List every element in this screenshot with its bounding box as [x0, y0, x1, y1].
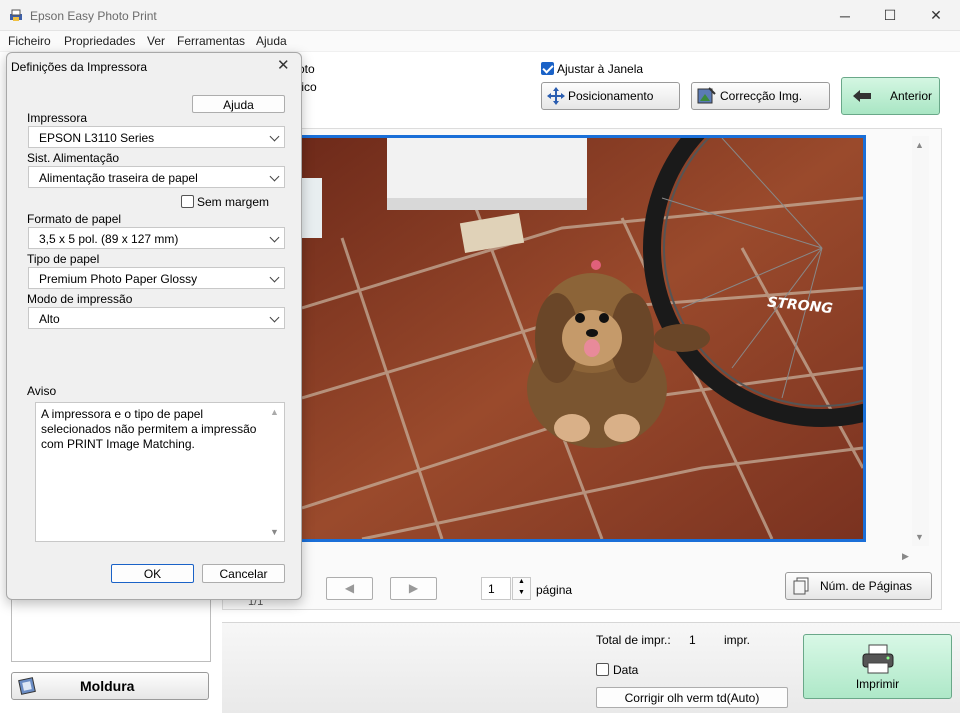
photo-preview[interactable]: STRONG — [299, 135, 866, 542]
num-pages-button[interactable]: Núm. de Páginas — [785, 572, 932, 600]
printer-icon — [860, 643, 896, 675]
fit-window-checkbox[interactable] — [541, 62, 554, 75]
warning-textbox[interactable]: A impressora e o tipo de papel seleciona… — [35, 402, 285, 542]
dialog-help-button[interactable]: Ajuda — [192, 95, 285, 113]
window-title: Epson Easy Photo Print — [30, 9, 157, 23]
scroll-up-icon[interactable]: ▲ — [270, 407, 279, 417]
triangle-right-icon: ▶ — [408, 581, 419, 595]
date-label: Data — [613, 663, 639, 677]
paper-type-value: Premium Photo Paper Glossy — [39, 272, 198, 286]
menu-ver[interactable]: Ver — [147, 34, 165, 48]
printer-label: Impressora — [27, 111, 88, 125]
menu-ferramentas[interactable]: Ferramentas — [177, 34, 245, 48]
frame-list[interactable] — [11, 598, 211, 662]
paper-type-label: Tipo de papel — [27, 252, 100, 266]
menu-ficheiro[interactable]: Ficheiro — [8, 34, 51, 48]
printer-select[interactable]: EPSON L3110 Series — [28, 126, 285, 148]
chevron-down-icon — [269, 312, 280, 323]
spin-down-icon[interactable]: ▼ — [518, 589, 525, 596]
move-icon — [546, 86, 566, 106]
dialog-title: Definições da Impressora — [11, 60, 148, 74]
borderless-checkbox[interactable] — [181, 195, 194, 208]
total-prints-unit: impr. — [724, 633, 751, 647]
warning-label: Aviso — [27, 384, 57, 398]
previous-page-button[interactable]: ◀ — [326, 577, 373, 600]
paper-size-label: Formato de papel — [27, 212, 122, 226]
chevron-down-icon — [269, 171, 280, 182]
total-prints-label: Total de impr.: — [596, 633, 671, 647]
page-spinner[interactable]: ▲ ▼ — [512, 577, 531, 600]
spin-up-icon[interactable]: ▲ — [518, 578, 525, 585]
fit-window-label: Ajustar à Janela — [557, 62, 644, 76]
print-mode-select[interactable]: Alto — [28, 307, 285, 329]
photo-image: STRONG — [302, 138, 863, 539]
print-button[interactable]: Imprimir — [803, 634, 952, 699]
position-button[interactable]: Posicionamento — [541, 82, 680, 110]
warning-text: A impressora e o tipo de papel seleciona… — [41, 407, 257, 451]
print-button-label: Imprimir — [855, 676, 900, 691]
menu-ajuda[interactable]: Ajuda — [256, 34, 287, 48]
correction-icon — [696, 86, 716, 106]
chevron-down-icon — [269, 272, 280, 283]
paper-source-value: Alimentação traseira de papel — [39, 171, 198, 185]
frame-button-label: Moldura — [80, 678, 135, 694]
scroll-right-icon[interactable]: ▶ — [902, 551, 909, 562]
page-label: página — [536, 583, 573, 597]
scroll-down-icon[interactable]: ▼ — [915, 532, 924, 542]
ok-button[interactable]: OK — [111, 564, 194, 583]
next-page-button[interactable]: ▶ — [390, 577, 437, 600]
printer-select-value: EPSON L3110 Series — [39, 131, 155, 145]
paper-type-select[interactable]: Premium Photo Paper Glossy — [28, 267, 285, 289]
redeye-fix-button[interactable]: Corrigir olh verm td(Auto) — [596, 687, 788, 708]
scroll-up-icon[interactable]: ▲ — [915, 140, 924, 150]
paper-size-value: 3,5 x 5 pol. (89 x 127 mm) — [39, 232, 179, 246]
image-correction-button[interactable]: Correcção Img. — [691, 82, 830, 110]
back-button-label: Anterior — [890, 89, 933, 103]
correction-button-label: Correcção Img. — [720, 89, 803, 103]
total-prints-value: 1 — [689, 633, 696, 647]
menu-propriedades[interactable]: Propriedades — [64, 34, 135, 48]
date-checkbox[interactable] — [596, 663, 609, 676]
cancel-button[interactable]: Cancelar — [202, 564, 285, 583]
menu-bar — [0, 31, 960, 51]
maximize-button[interactable]: ☐ — [867, 0, 913, 31]
frame-button[interactable]: Moldura — [11, 672, 209, 700]
page-number-input[interactable]: 1 — [481, 577, 511, 600]
close-window-button[interactable]: ✕ — [913, 0, 959, 31]
borderless-label: Sem margem — [197, 195, 270, 209]
frame-icon — [18, 677, 36, 695]
arrow-left-icon — [852, 89, 872, 103]
chevron-down-icon — [269, 232, 280, 243]
scroll-down-icon[interactable]: ▼ — [270, 527, 279, 537]
print-mode-label: Modo de impressão — [27, 292, 133, 306]
dialog-close-icon[interactable]: ✕ — [277, 56, 290, 74]
position-button-label: Posicionamento — [568, 89, 654, 103]
app-icon — [9, 8, 23, 22]
num-pages-label: Núm. de Páginas — [820, 579, 913, 593]
paper-source-label: Sist. Alimentação — [27, 151, 120, 165]
back-button[interactable]: Anterior — [841, 77, 940, 115]
triangle-left-icon: ◀ — [344, 581, 355, 595]
paper-size-select[interactable]: 3,5 x 5 pol. (89 x 127 mm) — [28, 227, 285, 249]
minimize-button[interactable]: ─ — [822, 0, 868, 31]
print-mode-value: Alto — [39, 312, 60, 326]
paper-source-select[interactable]: Alimentação traseira de papel — [28, 166, 285, 188]
vertical-scrollbar[interactable]: ▲ ▼ — [912, 136, 929, 546]
pages-icon — [792, 577, 810, 595]
chevron-down-icon — [269, 131, 280, 142]
